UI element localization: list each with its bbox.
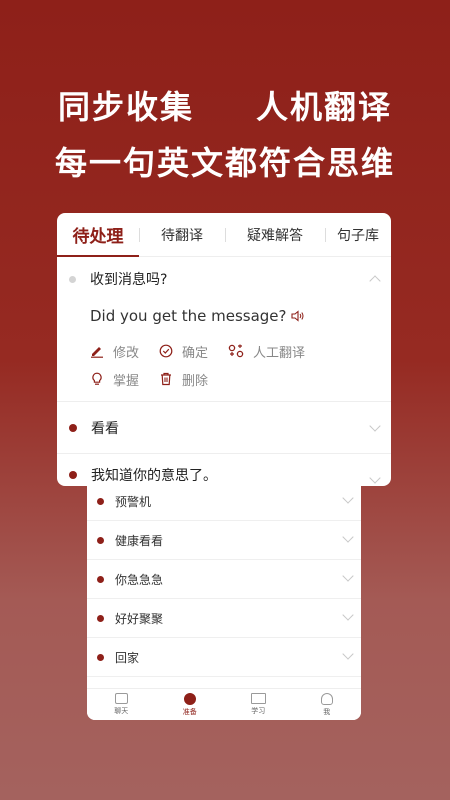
action-row-1: 修改 确定 人工翻译 bbox=[90, 337, 391, 365]
edit-label: 修改 bbox=[113, 345, 140, 361]
lightbulb-icon bbox=[92, 372, 102, 385]
list-item-text: 预警机 bbox=[115, 494, 152, 509]
list-item-text: 看看 bbox=[91, 420, 119, 437]
tab-me-label: 我 bbox=[323, 707, 331, 716]
tab-pending[interactable]: 待处理 bbox=[57, 222, 139, 247]
manual-translate-button[interactable]: 人工翻译 bbox=[228, 342, 305, 361]
bullet-dot bbox=[97, 575, 104, 583]
question-list: 看看 我知道你的意思了。 bbox=[57, 401, 391, 486]
book-icon bbox=[250, 693, 266, 704]
user-icon bbox=[320, 692, 333, 705]
headline-sync-collect: 同步收集 bbox=[57, 88, 194, 126]
delete-label: 删除 bbox=[182, 373, 209, 389]
list-item[interactable]: 我知道你的意思了。 bbox=[57, 454, 391, 486]
list-item[interactable]: 回家 bbox=[87, 638, 361, 677]
chevron-down-icon[interactable] bbox=[342, 609, 354, 621]
question-header[interactable]: 收到消息吗? bbox=[57, 257, 391, 301]
check-circle-icon bbox=[159, 344, 173, 358]
chevron-up-icon[interactable] bbox=[369, 275, 381, 287]
chevron-down-icon[interactable] bbox=[342, 648, 354, 660]
delete-button[interactable]: 删除 bbox=[159, 370, 208, 389]
chevron-down-icon[interactable] bbox=[342, 492, 354, 504]
list-item[interactable]: 健康看看 bbox=[87, 521, 361, 560]
bullet-dot bbox=[97, 653, 104, 661]
back-phone-card: 预警机 健康看看 你急急急 好好聚聚 回家 聊天 准备 学习 我 bbox=[87, 470, 361, 720]
chevron-down-icon[interactable] bbox=[369, 472, 381, 484]
list-item-text: 健康看看 bbox=[115, 533, 164, 548]
trash-icon bbox=[161, 372, 172, 386]
speaker-icon[interactable] bbox=[290, 310, 305, 322]
tab-sentence-library[interactable]: 句子库 bbox=[325, 225, 391, 245]
chevron-down-icon[interactable] bbox=[342, 570, 354, 582]
edit-button[interactable]: 修改 bbox=[90, 342, 139, 361]
tab-to-translate[interactable]: 待翻译 bbox=[139, 225, 225, 245]
category-tabs: 待处理 待翻译 疑难解答 句子库 bbox=[57, 213, 391, 257]
confirm-label: 确定 bbox=[182, 345, 209, 361]
bullet-dot bbox=[69, 423, 77, 432]
list-item[interactable]: 你急急急 bbox=[87, 560, 361, 599]
bottom-tab-bar: 聊天 准备 学习 我 bbox=[87, 688, 361, 720]
tab-divider bbox=[139, 228, 140, 242]
list-item[interactable]: 好好聚聚 bbox=[87, 599, 361, 638]
list-item-text: 你急急急 bbox=[115, 572, 164, 587]
bullet-dot bbox=[97, 497, 104, 505]
bullet-dot bbox=[69, 471, 77, 479]
tab-divider bbox=[325, 228, 326, 242]
confirm-button[interactable]: 确定 bbox=[159, 342, 208, 361]
chevron-down-icon[interactable] bbox=[342, 531, 354, 543]
chevron-down-icon[interactable] bbox=[369, 420, 381, 432]
manual-translate-label: 人工翻译 bbox=[253, 345, 306, 361]
master-button[interactable]: 掌握 bbox=[90, 370, 139, 389]
tab-divider bbox=[225, 228, 226, 242]
bullet-dot bbox=[97, 536, 104, 544]
tab-troubleshoot[interactable]: 疑难解答 bbox=[225, 225, 325, 245]
expanded-question-item: 收到消息吗? Did you get the message? 修改 确定 人工… bbox=[57, 257, 391, 393]
front-card: 待处理 待翻译 疑难解答 句子库 收到消息吗? Did you get the … bbox=[57, 213, 391, 486]
headline-line-2: 每一句英文都符合思维 bbox=[54, 144, 395, 182]
tab-prepare-label: 准备 bbox=[182, 707, 197, 716]
tab-prepare[interactable]: 准备 bbox=[156, 689, 225, 720]
list-item-text: 回家 bbox=[115, 650, 140, 665]
tab-study[interactable]: 学习 bbox=[224, 689, 293, 720]
list-item-text: 我知道你的意思了。 bbox=[91, 468, 217, 484]
bullet-dot bbox=[97, 614, 104, 622]
list-item-text: 好好聚聚 bbox=[115, 611, 164, 626]
list-item[interactable]: 预警机 bbox=[87, 482, 361, 521]
action-row-2: 掌握 删除 bbox=[90, 365, 391, 393]
answer-row: Did you get the message? bbox=[57, 307, 391, 325]
answer-text: Did you get the message? bbox=[90, 307, 287, 325]
tab-study-label: 学习 bbox=[251, 707, 266, 715]
answer-actions: 修改 确定 人工翻译 掌握 删除 bbox=[57, 337, 391, 393]
tab-chat[interactable]: 聊天 bbox=[87, 689, 156, 720]
pencil-icon bbox=[91, 347, 103, 358]
master-label: 掌握 bbox=[113, 373, 140, 389]
chat-icon bbox=[114, 693, 128, 704]
tab-me[interactable]: 我 bbox=[293, 689, 362, 720]
prepare-icon bbox=[183, 692, 196, 705]
headline-human-machine-translate: 人机翻译 bbox=[256, 88, 393, 126]
headline-line-1: 同步收集 人机翻译 bbox=[0, 82, 450, 128]
translate-icon bbox=[228, 344, 244, 358]
question-text: 收到消息吗? bbox=[90, 272, 168, 288]
bullet-dot bbox=[69, 275, 76, 283]
back-question-list: 预警机 健康看看 你急急急 好好聚聚 回家 bbox=[87, 482, 361, 677]
tab-chat-label: 聊天 bbox=[114, 707, 129, 715]
list-item[interactable]: 看看 bbox=[57, 402, 391, 454]
